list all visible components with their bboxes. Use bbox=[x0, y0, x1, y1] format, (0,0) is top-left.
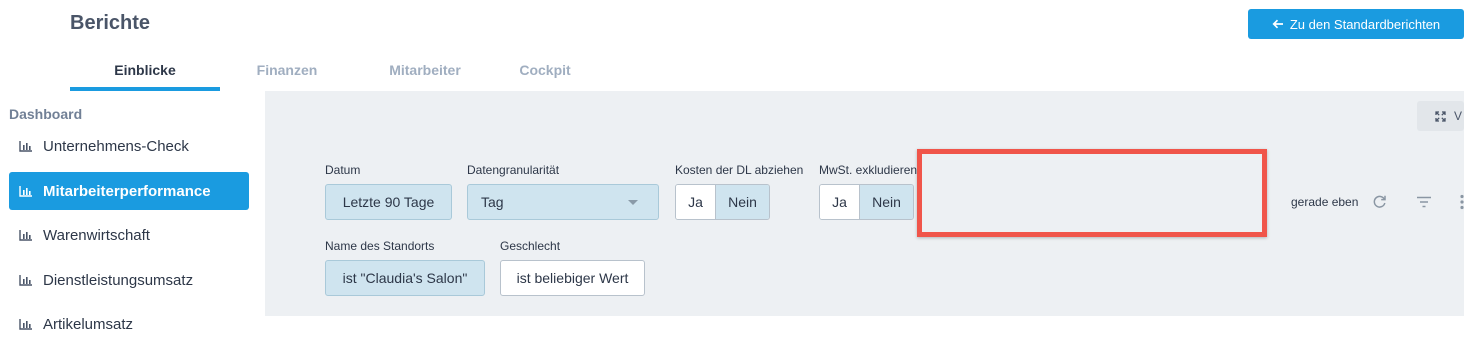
sidebar-item-dienstleistungsumsatz[interactable]: Dienstleistungsumsatz bbox=[9, 261, 249, 299]
report-tabs: Einblicke Finanzen Mitarbeiter Cockpit bbox=[70, 58, 600, 91]
expand-icon bbox=[1435, 110, 1446, 122]
bar-chart-icon bbox=[19, 230, 32, 241]
sidebar-item-artikelumsatz[interactable]: Artikelumsatz bbox=[9, 305, 249, 343]
mwst-toggle: Ja Nein bbox=[819, 184, 914, 220]
sidebar-item-unternehmens-check[interactable]: Unternehmens-Check bbox=[9, 127, 249, 165]
sidebar-item-label: Dienstleistungsumsatz bbox=[43, 271, 194, 289]
filter-label-granularity: Datengranularität bbox=[467, 163, 560, 177]
sidebar-item-label: Warenwirtschaft bbox=[43, 226, 150, 244]
filter-label-kosten: Kosten der DL abziehen bbox=[675, 163, 804, 177]
tab-finanzen[interactable]: Finanzen bbox=[232, 58, 342, 91]
sidebar-item-mitarbeiterperformance[interactable]: Mitarbeiterperformance bbox=[9, 172, 249, 210]
sidebar-item-label: Unternehmens-Check bbox=[43, 137, 189, 155]
tab-cockpit[interactable]: Cockpit bbox=[490, 58, 600, 91]
tab-einblicke[interactable]: Einblicke bbox=[70, 58, 220, 91]
more-options-icon[interactable] bbox=[1454, 194, 1464, 210]
datum-filter[interactable]: Letzte 90 Tage bbox=[325, 184, 452, 220]
view-button-label: V bbox=[1454, 109, 1463, 123]
filter-label-mwst: MwSt. exkludieren bbox=[819, 163, 918, 177]
bar-chart-icon bbox=[19, 275, 32, 286]
bar-chart-icon bbox=[19, 186, 32, 197]
last-updated-text: gerade eben bbox=[1291, 195, 1359, 209]
sidebar-item-label: Mitarbeiterperformance bbox=[43, 182, 211, 200]
tab-mitarbeiter[interactable]: Mitarbeiter bbox=[370, 58, 480, 91]
bar-chart-icon bbox=[19, 319, 32, 330]
back-button-label: Zu den Standardberichten bbox=[1289, 16, 1441, 32]
sidebar-item-label: Artikelumsatz bbox=[43, 315, 134, 333]
sidebar: Dashboard Unternehmens-Check Mitarbeiter… bbox=[0, 91, 265, 333]
back-to-standard-reports-button[interactable]: Zu den Standardberichten bbox=[1248, 9, 1464, 39]
chevron-down-icon bbox=[628, 199, 638, 205]
granularity-value: Tag bbox=[481, 194, 504, 210]
mwst-ja-option[interactable]: Ja bbox=[820, 185, 860, 219]
kosten-nein-option[interactable]: Nein bbox=[716, 185, 769, 219]
filter-icon[interactable] bbox=[1416, 196, 1432, 208]
page-header: Berichte Zu den Standardberichten Einbli… bbox=[0, 0, 1464, 91]
sidebar-heading: Dashboard bbox=[9, 106, 83, 122]
standort-filter[interactable]: ist "Claudia's Salon" bbox=[325, 260, 485, 296]
filter-label-standort: Name des Standorts bbox=[325, 239, 435, 253]
arrow-left-icon bbox=[1272, 19, 1283, 29]
filter-label-geschlecht: Geschlecht bbox=[500, 239, 561, 253]
content-bottom-strip bbox=[265, 316, 1464, 329]
filter-label-datum: Datum bbox=[325, 163, 361, 177]
view-fullscreen-button[interactable]: V bbox=[1417, 101, 1464, 131]
granularity-select[interactable]: Tag bbox=[467, 184, 659, 220]
mwst-nein-option[interactable]: Nein bbox=[860, 185, 913, 219]
highlight-box bbox=[917, 149, 1267, 237]
geschlecht-filter[interactable]: ist beliebiger Wert bbox=[500, 260, 645, 296]
refresh-icon[interactable] bbox=[1372, 194, 1387, 209]
kosten-ja-option[interactable]: Ja bbox=[676, 185, 716, 219]
sidebar-item-warenwirtschaft[interactable]: Warenwirtschaft bbox=[9, 216, 249, 254]
bar-chart-icon bbox=[19, 141, 32, 152]
page-title: Berichte bbox=[70, 12, 151, 34]
kosten-toggle: Ja Nein bbox=[675, 184, 770, 220]
